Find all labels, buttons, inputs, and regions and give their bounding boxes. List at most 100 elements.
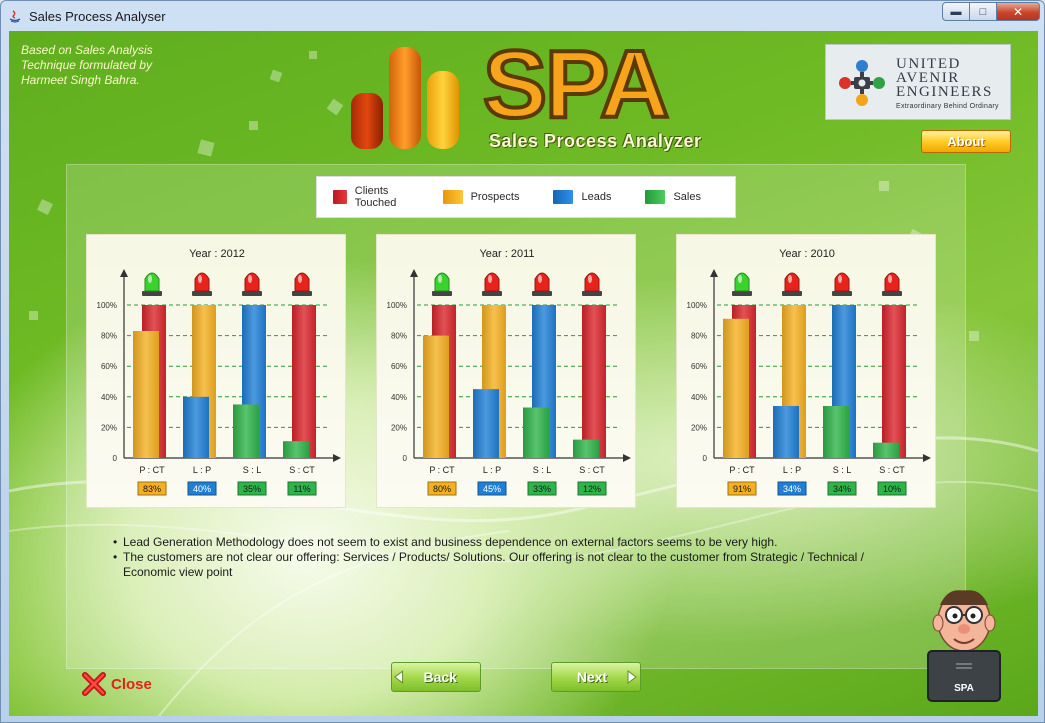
spa-bars-logo-icon [351,47,459,149]
value-label: 34% [833,484,851,494]
bar-base [582,305,606,458]
legend-label: Prospects [470,191,520,203]
legend-item-sales: Sales [645,190,701,204]
value-label: 33% [533,484,551,494]
x-tick-label: S : L [533,465,552,475]
spa-logo-text: SPA [481,31,671,138]
chart-title: Year : 2010 [779,248,835,260]
window-controls: ▬ □ ✕ [942,2,1040,21]
legend-swatch [645,190,666,204]
x-axis-arrow-icon [623,454,631,462]
observation-item: • The customers are not clear our offerin… [113,550,873,580]
y-tick-label: 80% [691,332,707,341]
legend-swatch [553,190,574,204]
y-axis-arrow-icon [410,269,418,277]
back-button[interactable]: Back [391,662,481,692]
bar-value [523,407,549,458]
status-light-red-icon [882,272,902,296]
arrow-left-icon [394,670,404,684]
y-tick-label: 0 [703,454,708,463]
company-name: UNITED AVENIR ENGINEERS [896,56,993,100]
y-tick-label: 40% [101,393,117,402]
observation-item: • Lead Generation Methodology does not se… [113,535,873,550]
value-label: 10% [883,484,901,494]
bullet-dot: • [113,550,118,564]
status-light-red-icon [532,272,552,296]
x-tick-label: S : CT [289,465,315,475]
x-tick-label: L : P [783,465,801,475]
chart-panel-2010: Year : 2010 0 20% 40% 60% 80% 100% P : CT 91% L :… [676,234,936,508]
status-light-red-icon [292,272,312,296]
bar-value [423,335,449,458]
legend-label: Clients Touched [354,185,397,209]
bar-base [292,305,316,458]
close-label: Close [111,675,152,693]
mascot-laptop-icon: SPA [927,590,1001,702]
bar-value [183,396,209,458]
legend-item-clients-touched: Clients Touched [333,185,409,209]
x-tick-label: S : L [243,465,262,475]
legend-swatch [442,190,463,204]
bar-value [283,441,309,458]
company-logo: UNITED AVENIR ENGINEERS Extraordinary Be… [825,44,1011,120]
status-light-red-icon [242,272,262,296]
y-axis-arrow-icon [120,269,128,277]
y-tick-label: 80% [391,332,407,341]
about-button[interactable]: About [921,130,1011,153]
chart-legend: Clients Touched Prospects Leads Sales [316,176,736,218]
window-close-button[interactable]: ✕ [996,2,1040,21]
x-tick-label: P : CT [429,465,455,475]
title-bar[interactable]: Sales Process Analyser ▬ □ ✕ [1,1,1044,31]
x-tick-label: P : CT [729,465,755,475]
legend-label: Leads [581,191,612,203]
y-tick-label: 20% [391,423,407,432]
legend-item-leads: Leads [553,190,611,204]
maximize-button[interactable]: □ [969,2,997,21]
status-light-green-icon [432,272,452,296]
value-label: 35% [243,484,261,494]
company-tagline: Extraordinary Behind Ordinary [896,103,999,110]
chart-2011: Year : 2011 0 20% 40% 60% 80% 100% P : CT 80% L :… [387,248,631,496]
window-title: Sales Process Analyser [29,8,166,24]
chart-2010: Year : 2010 0 20% 40% 60% 80% 100% P : CT 91% L :… [687,248,931,496]
value-label: 40% [193,484,211,494]
value-label: 91% [733,484,751,494]
value-label: 80% [433,484,451,494]
y-tick-label: 40% [391,393,407,402]
minimize-icon: ▬ [950,5,962,18]
y-tick-label: 100% [97,301,117,310]
bar-value [823,405,849,458]
y-tick-label: 20% [101,423,117,432]
java-app-icon [7,8,23,24]
value-label: 45% [483,484,501,494]
status-light-green-icon [142,272,162,296]
status-light-red-icon [582,272,602,296]
company-name-line3: ENGINEERS [896,84,993,100]
close-x-icon: ✕ [1012,4,1024,19]
company-name-line2: AVENIR [896,70,960,86]
chart-title: Year : 2012 [189,248,245,260]
x-tick-label: S : CT [579,465,605,475]
next-button[interactable]: Next [551,662,641,692]
observations-list: • Lead Generation Methodology does not se… [113,535,873,580]
value-label: 83% [143,484,161,494]
bar-value [133,331,159,458]
chart-panel-2011: Year : 2011 0 20% 40% 60% 80% 100% P : CT 80% L :… [376,234,636,508]
credit-text: Based on Sales Analysis Technique formul… [21,43,153,87]
bar-base [882,305,906,458]
y-tick-label: 60% [691,362,707,371]
bar-value [723,318,749,458]
observation-text: Lead Generation Methodology does not see… [123,535,778,549]
main-panel: Based on Sales Analysis Technique formul… [9,31,1038,716]
status-light-red-icon [192,272,212,296]
x-axis-arrow-icon [333,454,341,462]
y-tick-label: 60% [101,362,117,371]
legend-swatch [333,190,347,204]
minimize-button[interactable]: ▬ [942,2,970,21]
y-tick-label: 60% [391,362,407,371]
close-button[interactable]: Close [81,671,152,697]
close-x-icon [82,672,106,696]
company-name-line1: UNITED [896,56,961,72]
value-label: 12% [583,484,601,494]
bar-value [873,442,899,458]
